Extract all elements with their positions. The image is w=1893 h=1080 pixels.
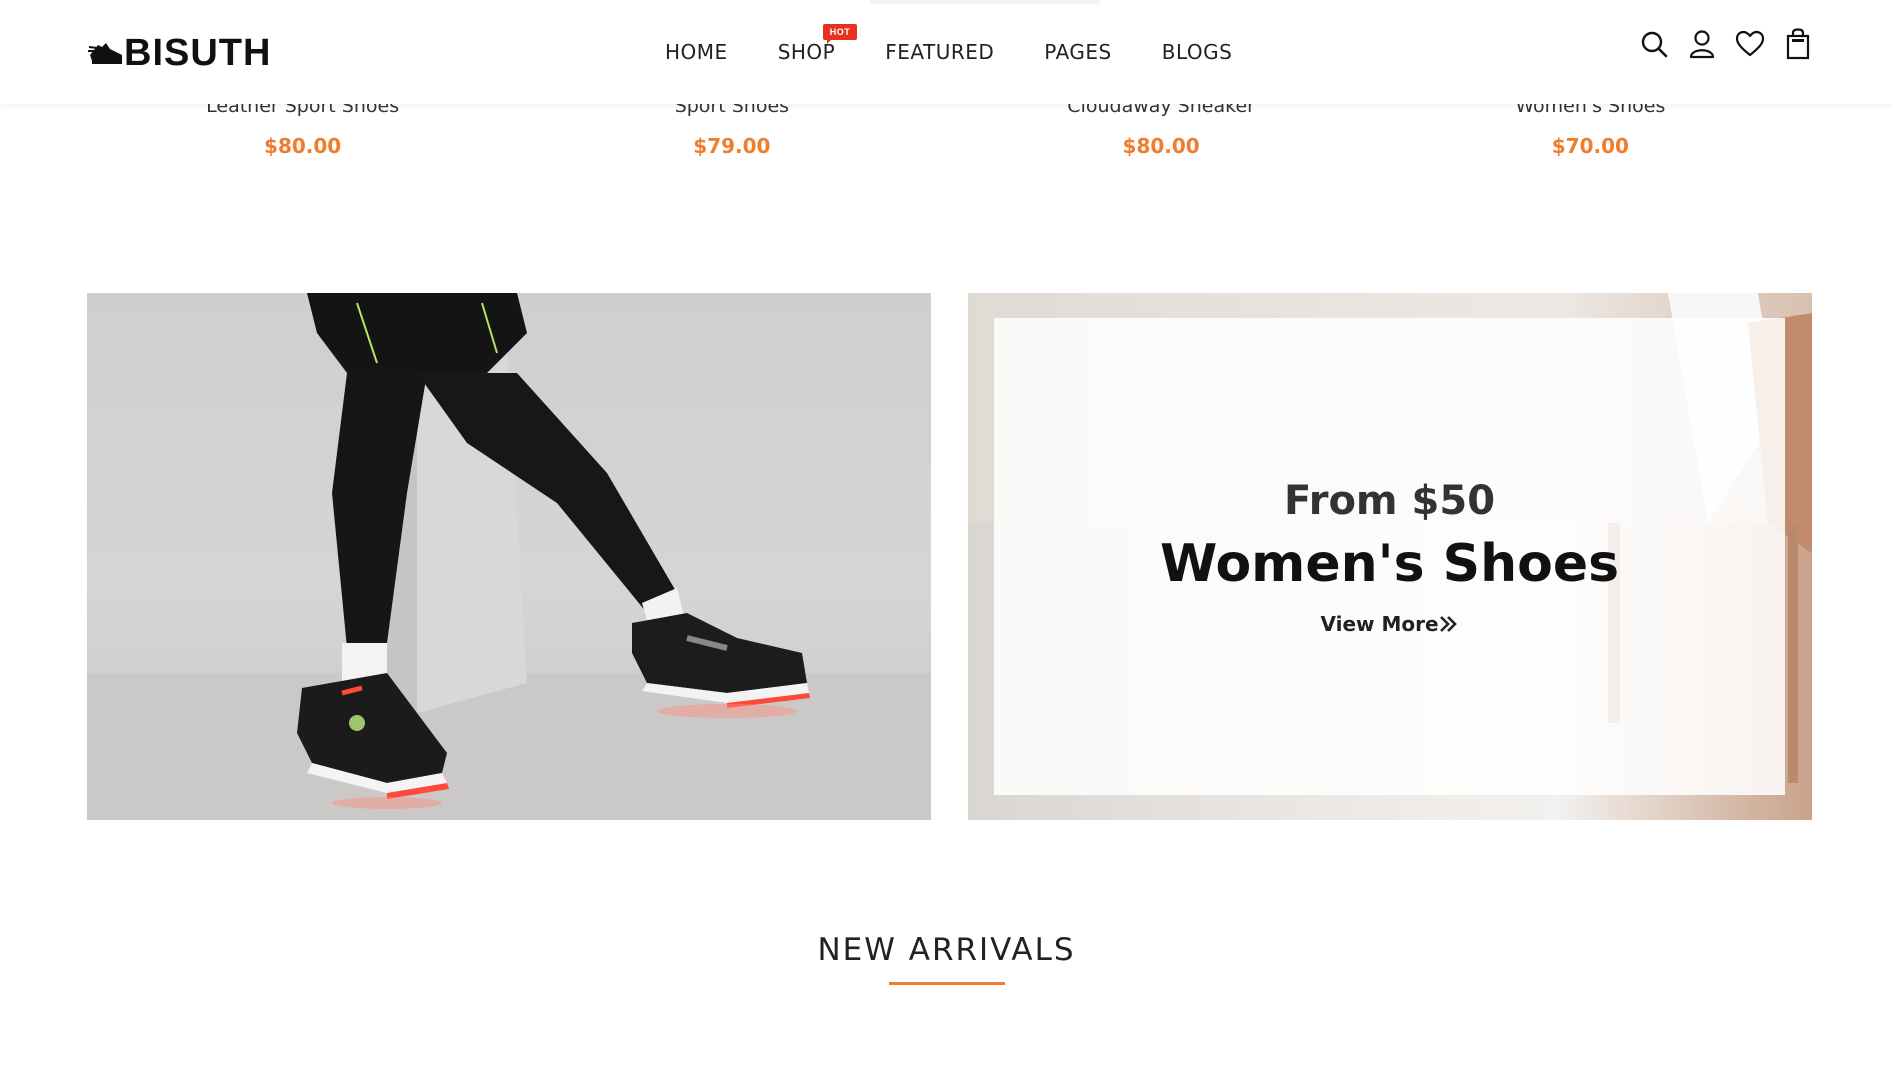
nav-blogs[interactable]: BLOGS: [1162, 40, 1233, 64]
site-header: BISUTH HOME SHOP HOT FEATURED PAGES BLOG…: [0, 0, 1893, 104]
product-price: $80.00: [1122, 134, 1200, 158]
product-price: $70.00: [1551, 134, 1629, 158]
view-more-label: View More: [1320, 612, 1439, 636]
sneaker-model-image: [87, 293, 931, 820]
site-logo[interactable]: BISUTH: [88, 33, 271, 73]
shoe-logo-icon: [88, 43, 122, 64]
product-price: $80.00: [264, 134, 342, 158]
logo-text: BISUTH: [124, 32, 272, 74]
user-icon[interactable]: [1687, 28, 1717, 60]
product-price: $79.00: [693, 134, 771, 158]
nav-home[interactable]: HOME: [665, 40, 728, 64]
section-title: NEW ARRIVALS: [817, 932, 1076, 968]
main-nav: HOME SHOP HOT FEATURED PAGES BLOGS: [640, 24, 1257, 68]
heart-icon[interactable]: [1735, 28, 1765, 60]
hot-badge: HOT: [822, 24, 858, 44]
dropdown-hint: [870, 0, 1100, 4]
women-shoes-banner: From $50 Women's Shoes View More: [968, 293, 1812, 820]
men-shoes-banner[interactable]: [87, 293, 931, 820]
promo-subtitle: From $50: [1283, 478, 1496, 524]
view-more-link[interactable]: View More: [1320, 612, 1458, 636]
bag-icon[interactable]: [1783, 28, 1813, 60]
section-underline: [888, 982, 1005, 985]
nav-featured[interactable]: FEATURED: [885, 40, 994, 64]
header-icons: [1639, 28, 1813, 60]
promo-title: Women's Shoes: [1159, 534, 1620, 594]
new-arrivals-heading: NEW ARRIVALS: [0, 932, 1893, 985]
double-chevron-right-icon: [1439, 616, 1457, 632]
nav-shop[interactable]: SHOP HOT: [778, 24, 858, 64]
nav-pages[interactable]: PAGES: [1044, 40, 1111, 64]
search-icon[interactable]: [1639, 28, 1669, 60]
promo-box: From $50 Women's Shoes View More: [994, 318, 1785, 795]
